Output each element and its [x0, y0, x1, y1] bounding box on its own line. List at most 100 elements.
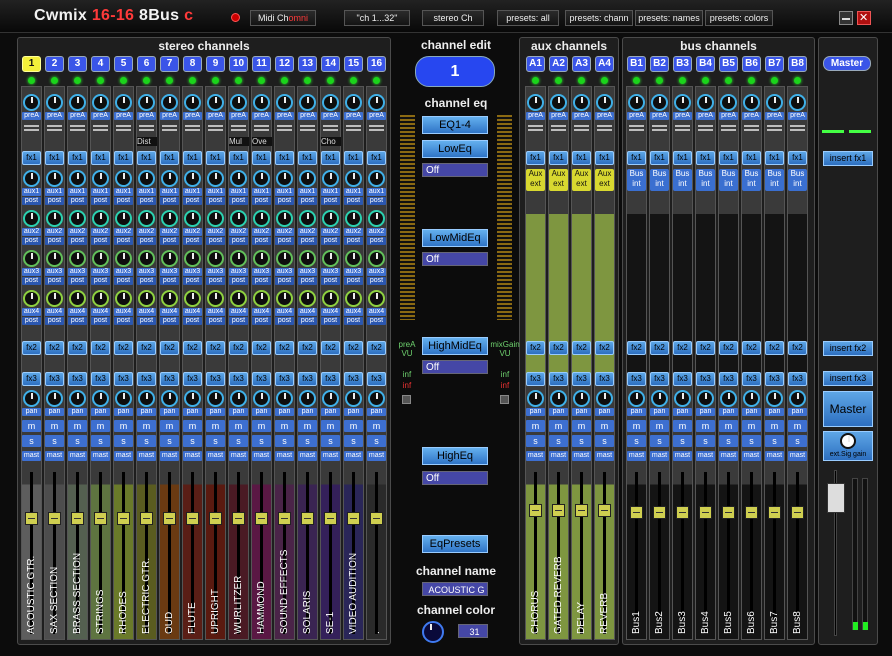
mute-button[interactable]: m	[229, 420, 248, 432]
fx1-button[interactable]: fx1	[68, 151, 87, 165]
aux4-send-knob[interactable]	[138, 290, 155, 307]
stereo-channel-number-button[interactable]: 3	[68, 56, 87, 72]
stereo-channel-number-button[interactable]: 13	[298, 56, 317, 72]
stereo-channel-number-button[interactable]: 12	[275, 56, 294, 72]
aux2-post-toggle[interactable]: post	[206, 237, 225, 245]
solo-button[interactable]: s	[45, 435, 64, 447]
aux1-post-toggle[interactable]: post	[321, 197, 340, 205]
presets-colors-button[interactable]: presets: colors	[705, 10, 773, 26]
aux1-send-knob[interactable]	[23, 170, 40, 187]
highmid-eq-value[interactable]: Off	[422, 360, 488, 374]
aux1-send-knob[interactable]	[92, 170, 109, 187]
fader-handle[interactable]	[94, 512, 107, 525]
solo-button[interactable]: s	[788, 435, 807, 447]
aux4-post-toggle[interactable]: post	[252, 317, 271, 325]
master-assign-button[interactable]: mast	[68, 451, 87, 461]
stereo-channel-number-button[interactable]: 8	[183, 56, 202, 72]
channel-edit-selector[interactable]: 1	[415, 56, 495, 87]
pan-knob[interactable]	[161, 390, 178, 407]
solo-button[interactable]: s	[68, 435, 87, 447]
channel-range-button[interactable]: "ch 1...32"	[344, 10, 410, 26]
stereo-channel-number-button[interactable]: 2	[45, 56, 64, 72]
mute-button[interactable]: m	[91, 420, 110, 432]
fx1-button[interactable]: fx1	[673, 151, 692, 165]
aux-channel-number-button[interactable]: A2	[549, 56, 568, 72]
prea-knob[interactable]	[253, 94, 270, 111]
fx3-button[interactable]: fx3	[627, 372, 646, 386]
aux1-send-knob[interactable]	[322, 170, 339, 187]
master-assign-button[interactable]: mast	[252, 451, 271, 461]
eq-presets-button[interactable]: EqPresets	[422, 535, 488, 553]
fader-handle[interactable]	[209, 512, 222, 525]
fx1-button[interactable]: fx1	[526, 151, 545, 165]
pan-knob[interactable]	[743, 390, 760, 407]
highmid-eq-button[interactable]: HighMidEq	[422, 337, 488, 355]
aux2-post-toggle[interactable]: post	[298, 237, 317, 245]
aux1-send-knob[interactable]	[207, 170, 224, 187]
prea-knob[interactable]	[299, 94, 316, 111]
fx3-button[interactable]: fx3	[45, 372, 64, 386]
solo-button[interactable]: s	[719, 435, 738, 447]
fader-handle[interactable]	[745, 506, 758, 519]
aux1-send-knob[interactable]	[299, 170, 316, 187]
prea-knob[interactable]	[92, 94, 109, 111]
master-assign-button[interactable]: mast	[344, 451, 363, 461]
solo-button[interactable]: s	[673, 435, 692, 447]
fx1-button[interactable]: fx1	[742, 151, 761, 165]
aux1-post-toggle[interactable]: post	[114, 197, 133, 205]
fader-handle[interactable]	[71, 512, 84, 525]
mute-button[interactable]: m	[595, 420, 614, 432]
aux1-send-knob[interactable]	[368, 170, 385, 187]
ext-sig-gain-knob[interactable]: ext.Sig gain	[823, 431, 873, 461]
aux4-send-knob[interactable]	[115, 290, 132, 307]
fx2-button[interactable]: fx2	[526, 341, 545, 355]
bus-channel-number-button[interactable]: B8	[788, 56, 807, 72]
aux4-send-knob[interactable]	[230, 290, 247, 307]
aux1-send-knob[interactable]	[69, 170, 86, 187]
stereo-channel-number-button[interactable]: 4	[91, 56, 110, 72]
aux-ext-toggle[interactable]: Aux ext	[572, 169, 591, 191]
aux4-send-knob[interactable]	[299, 290, 316, 307]
aux3-send-knob[interactable]	[345, 250, 362, 267]
fx3-button[interactable]: fx3	[91, 372, 110, 386]
solo-button[interactable]: s	[22, 435, 41, 447]
aux2-send-knob[interactable]	[69, 210, 86, 227]
mute-button[interactable]: m	[344, 420, 363, 432]
aux2-post-toggle[interactable]: post	[137, 237, 156, 245]
fx1-button[interactable]: fx1	[765, 151, 784, 165]
mute-button[interactable]: m	[275, 420, 294, 432]
fx1-button[interactable]: fx1	[252, 151, 271, 165]
fader-handle[interactable]	[791, 506, 804, 519]
fx2-button[interactable]: fx2	[595, 341, 614, 355]
master-assign-button[interactable]: mast	[595, 451, 614, 461]
low-eq-button[interactable]: LowEq	[422, 140, 488, 158]
aux4-send-knob[interactable]	[207, 290, 224, 307]
aux3-send-knob[interactable]	[23, 250, 40, 267]
fx3-button[interactable]: fx3	[673, 372, 692, 386]
aux4-post-toggle[interactable]: post	[183, 317, 202, 325]
aux2-post-toggle[interactable]: post	[22, 237, 41, 245]
master-fader-handle[interactable]	[827, 483, 845, 513]
bus-int-toggle[interactable]: Bus int	[742, 169, 761, 191]
aux2-send-knob[interactable]	[207, 210, 224, 227]
mute-button[interactable]: m	[650, 420, 669, 432]
fx2-button[interactable]: fx2	[367, 341, 386, 355]
channel-name-field[interactable]: ACOUSTIC G	[422, 582, 488, 596]
bus-int-toggle[interactable]: Bus int	[788, 169, 807, 191]
fader-handle[interactable]	[552, 504, 565, 517]
pan-knob[interactable]	[322, 390, 339, 407]
bus-int-toggle[interactable]: Bus int	[627, 169, 646, 191]
aux3-send-knob[interactable]	[69, 250, 86, 267]
aux1-post-toggle[interactable]: post	[68, 197, 87, 205]
aux3-post-toggle[interactable]: post	[298, 277, 317, 285]
aux2-post-toggle[interactable]: post	[68, 237, 87, 245]
aux3-post-toggle[interactable]: post	[22, 277, 41, 285]
fx1-button[interactable]: fx1	[572, 151, 591, 165]
aux1-post-toggle[interactable]: post	[22, 197, 41, 205]
fx2-button[interactable]: fx2	[321, 341, 340, 355]
stereo-channel-number-button[interactable]: 1	[22, 56, 41, 72]
aux2-post-toggle[interactable]: post	[275, 237, 294, 245]
aux-ext-toggle[interactable]: Aux ext	[595, 169, 614, 191]
aux3-post-toggle[interactable]: post	[275, 277, 294, 285]
aux2-post-toggle[interactable]: post	[183, 237, 202, 245]
